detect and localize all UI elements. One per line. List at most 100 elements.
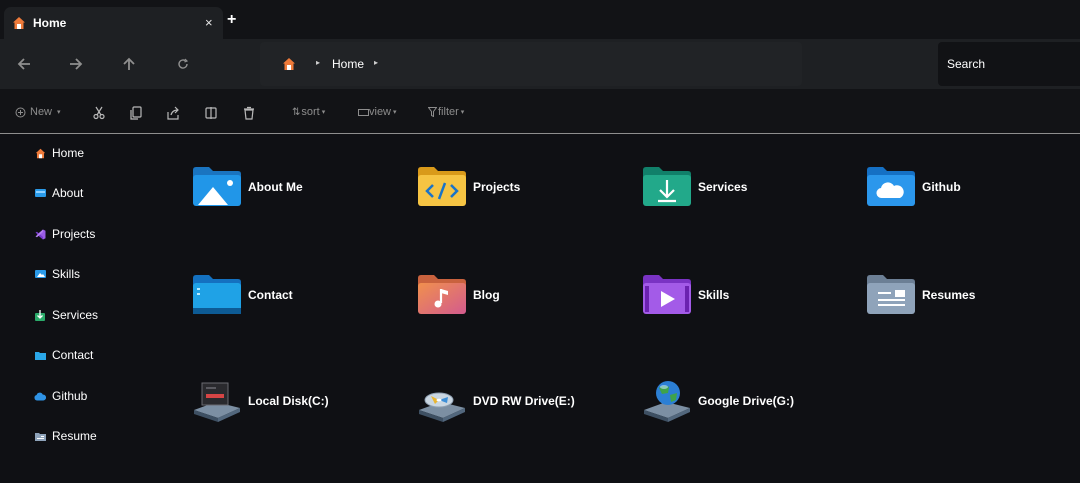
arrow-left-icon <box>17 58 30 70</box>
filter-label: filter <box>438 106 459 118</box>
scissors-icon[interactable] <box>92 106 106 120</box>
breadcrumb-home[interactable]: Home <box>332 57 364 71</box>
home-icon <box>13 17 25 29</box>
filter-icon <box>428 107 437 117</box>
address-bar[interactable]: ▸ Home ▸ <box>260 42 802 86</box>
dvd-drive-icon <box>419 392 465 422</box>
filter-button[interactable]: filter ▾ <box>428 104 464 120</box>
folder-cloud-icon <box>867 167 915 206</box>
sidebar-item-github[interactable]: Github <box>34 388 87 404</box>
sidebar-item-label: Github <box>52 389 88 403</box>
copy-icon[interactable] <box>129 106 143 120</box>
tab-home[interactable]: Home × <box>4 7 223 39</box>
sidebar-item-projects[interactable]: Projects <box>34 226 95 242</box>
tile-label: Contact <box>248 288 293 302</box>
sidebar-item-label: Contact <box>52 348 94 362</box>
home-icon <box>34 147 46 159</box>
tile-label: Github <box>922 180 961 194</box>
sidebar-item-resume[interactable]: Resume <box>34 428 97 444</box>
sidebar: Home About Projects Skills Services Cont… <box>0 134 170 483</box>
caret-down-icon: ▾ <box>460 109 465 116</box>
tile-dvd-rw-drive-e[interactable]: DVD RW Drive(E:) <box>417 380 617 428</box>
tile-label: Services <box>698 180 748 194</box>
folder-videos-icon <box>643 275 691 314</box>
folder-pictures-icon <box>193 167 241 206</box>
share-icon[interactable] <box>166 106 180 120</box>
folder-music-icon <box>418 275 466 314</box>
tile-skills[interactable]: Skills <box>642 274 842 322</box>
tile-google-drive-g[interactable]: Google Drive(G:) <box>642 380 842 428</box>
sort-label: sort <box>301 106 320 118</box>
about-icon <box>34 187 46 199</box>
new-button[interactable]: New ▾ <box>15 104 61 120</box>
sidebar-item-contact[interactable]: Contact <box>34 347 93 363</box>
tile-label: Skills <box>698 288 730 302</box>
services-icon <box>34 309 46 321</box>
arrow-right-icon <box>70 58 83 70</box>
home-icon <box>283 58 295 70</box>
sidebar-item-about[interactable]: About <box>34 185 83 201</box>
sort-button[interactable]: ⇅ sort ▾ <box>292 104 325 120</box>
tile-contact[interactable]: Contact <box>192 274 392 322</box>
tile-label: About Me <box>248 180 303 194</box>
tile-github[interactable]: Github <box>866 166 1066 214</box>
trash-icon[interactable] <box>242 106 256 120</box>
tile-label: Blog <box>473 288 500 302</box>
folder-desktop-icon <box>193 275 241 314</box>
caret-down-icon: ▾ <box>57 109 61 116</box>
tab-title: Home <box>33 16 67 30</box>
tile-label: Resumes <box>922 288 976 302</box>
close-tab-button[interactable]: × <box>205 15 213 30</box>
sidebar-item-label: Home <box>52 146 85 160</box>
caret-down-icon: ▾ <box>321 109 326 116</box>
chevron-right-icon: ▸ <box>316 58 321 67</box>
plus-circle-icon <box>15 107 26 117</box>
tile-label: Google Drive(G:) <box>698 394 795 408</box>
sidebar-item-services[interactable]: Services <box>34 307 98 323</box>
sidebar-item-label: Services <box>52 308 99 322</box>
globe-drive-icon <box>644 381 690 422</box>
sidebar-item-home[interactable]: Home <box>34 145 84 161</box>
up-button[interactable] <box>118 53 140 75</box>
arrow-up-icon <box>123 57 135 70</box>
vscode-icon <box>34 228 46 240</box>
tile-label: Local Disk(C:) <box>248 394 329 408</box>
tile-resumes[interactable]: Resumes <box>866 274 1066 322</box>
view-button[interactable]: view ▾ <box>358 104 397 120</box>
caret-down-icon: ▾ <box>393 109 397 116</box>
sidebar-item-skills[interactable]: Skills <box>34 266 80 282</box>
search-box[interactable] <box>938 42 1080 86</box>
hard-drive-icon <box>194 382 240 422</box>
forward-button[interactable] <box>65 53 87 75</box>
folder-documents-icon <box>867 275 915 314</box>
search-input[interactable] <box>947 55 1072 73</box>
command-toolbar: New ▾ ⇅ sort ▾ view ▾ filter ▾ <box>0 89 1080 134</box>
chevron-right-icon[interactable]: ▸ <box>374 58 378 67</box>
view-icon <box>358 108 369 116</box>
sidebar-item-label: Projects <box>52 227 96 241</box>
sidebar-item-label: Skills <box>52 267 81 281</box>
refresh-button[interactable] <box>172 53 194 75</box>
tile-blog[interactable]: Blog <box>417 274 617 322</box>
tile-local-disk-c[interactable]: Local Disk(C:) <box>192 380 392 428</box>
folder-downloads-icon <box>643 167 691 206</box>
sidebar-item-label: About <box>52 186 84 200</box>
back-button[interactable] <box>13 53 35 75</box>
tile-services[interactable]: Services <box>642 166 842 214</box>
tab-bar: Home × + <box>0 0 1080 39</box>
cloud-icon <box>34 390 46 402</box>
skills-icon <box>34 268 46 280</box>
tile-label: Projects <box>473 180 521 194</box>
new-tab-button[interactable]: + <box>227 12 236 28</box>
resume-icon <box>34 430 46 442</box>
navigation-bar: ▸ Home ▸ <box>0 39 1080 89</box>
sidebar-item-label: Resume <box>52 429 97 443</box>
rename-icon[interactable] <box>204 106 218 120</box>
tile-about-me[interactable]: About Me <box>192 166 392 214</box>
tile-projects[interactable]: Projects <box>417 166 617 214</box>
contact-icon <box>34 349 46 361</box>
refresh-icon <box>178 58 189 69</box>
folder-code-icon <box>418 167 466 206</box>
view-label: view <box>369 106 392 118</box>
content-grid: About Me Projects Services Github Contac… <box>170 134 1080 483</box>
